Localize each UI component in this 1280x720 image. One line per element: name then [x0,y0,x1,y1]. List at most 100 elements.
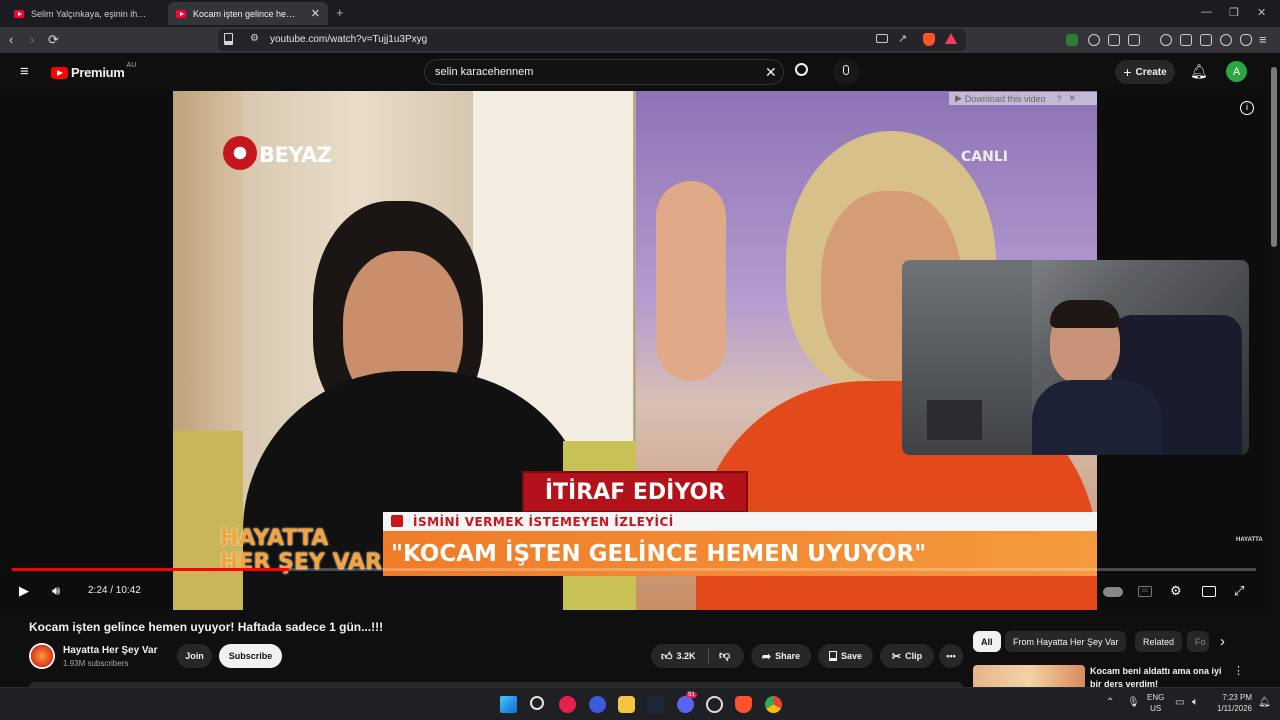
cast-icon[interactable] [876,34,888,43]
account-avatar[interactable]: A [1226,61,1247,82]
network-icon[interactable]: ▭ [1175,697,1184,708]
wallet-icon[interactable] [1200,34,1212,46]
search-input[interactable]: selin karacehennem ✕ [424,59,784,85]
chevron-right-icon[interactable]: › [1220,633,1225,650]
menu-icon[interactable]: ≡ [1259,32,1267,48]
steam-icon[interactable] [647,696,664,713]
volume-icon[interactable]: 🔊︎ [52,583,60,599]
media-player-icon[interactable] [559,696,576,713]
download-overlay[interactable]: ▶ Download this video ? ✕ [949,92,1097,105]
fullscreen-icon[interactable]: ⤢ [1234,583,1244,599]
search-taskbar-icon[interactable] [530,696,544,710]
chip-from-channel[interactable]: From Hayatta Her Şey Var [1005,631,1127,652]
media-icon[interactable] [1160,34,1172,46]
obs-icon[interactable] [706,696,723,713]
browser-tab-active[interactable]: Kocam işten gelince hemen uyu ✕ [168,2,328,25]
info-icon[interactable]: i [1240,101,1254,115]
show-logo: HAYATTA HER ŞEY VAR [220,527,382,581]
speaker-icon[interactable]: 🔈︎ [1192,696,1199,709]
notifications-bell-icon[interactable]: 🔔︎ [1190,63,1208,80]
help-icon[interactable]: ? [1056,94,1061,104]
play-icon[interactable]: ▶ [19,583,29,599]
kebab-menu-icon[interactable]: ⋮ [1233,664,1244,677]
clock[interactable]: 7:23 PM 1/11/2026 [1210,692,1252,714]
subscribe-button[interactable]: Subscribe [219,644,282,668]
clear-search-icon[interactable]: ✕ [765,64,777,81]
leo-ai-icon[interactable] [1220,34,1232,46]
close-tab-icon[interactable]: ✕ [311,7,320,20]
share-page-icon[interactable]: ↗ [898,32,907,45]
more-dots-icon: ••• [946,651,956,661]
tray-microphone-icon[interactable]: 🎙︎ [1127,697,1140,708]
address-bar[interactable]: ⚙ youtube.com/watch?v=Tujj1u3Pxyg ↗ [218,29,966,51]
forward-icon[interactable]: › [30,32,34,48]
chip-more[interactable]: Fo [1187,631,1209,652]
search-icon[interactable] [795,63,808,76]
captions-icon[interactable]: cc [1138,586,1152,597]
page-scrollbar[interactable] [1268,53,1280,687]
bookmark-save-icon [828,651,837,661]
more-actions-button[interactable]: ••• [939,644,963,668]
progress-bar[interactable] [12,568,1256,571]
site-info-icon[interactable]: ⚙ [250,33,259,44]
brave-shields-icon[interactable] [923,33,935,46]
new-tab-button[interactable]: + [336,5,344,20]
notification-center-icon[interactable]: 🔔︎ [1258,697,1271,708]
extensions-puzzle-icon[interactable] [1108,34,1120,46]
extension-vpn-icon[interactable] [1066,34,1078,46]
shield-icon[interactable] [1240,34,1252,46]
create-button[interactable]: + Create [1115,60,1175,84]
youtube-premium-logo[interactable]: Premium AU [51,62,136,80]
chip-all[interactable]: All [973,631,1001,652]
maximize-icon[interactable]: ❐ [1229,6,1239,19]
settings-gear-icon[interactable]: ⚙ [1170,583,1182,599]
logo-premium-text: Premium [71,65,125,80]
discord-badge: 91 [686,692,697,698]
banner-sub: İSMİNİ VERMEK İSTEMEYEN İZLEYİCİ [383,512,1097,531]
browser-tab[interactable]: Selim Yalçınkaya, eşinin ihanet mesaj [6,2,158,25]
reload-icon[interactable]: ⟳ [48,32,59,48]
plus-icon: + [1123,64,1132,80]
minimize-icon[interactable]: — [1201,6,1212,18]
hamburger-menu-icon[interactable]: ≡ [20,64,29,79]
sidebar-icon[interactable] [1180,34,1192,46]
channel-name[interactable]: Hayatta Her Şey Var [63,645,158,656]
time-display: 2:24 / 10:42 [88,585,141,596]
close-overlay-icon[interactable]: ✕ [1069,93,1077,104]
clip-button[interactable]: ✂ Clip [880,644,934,668]
search-query: selin karacehennem [435,66,534,78]
tray-chevron-icon[interactable]: ⌃ [1106,697,1114,708]
like-count[interactable]: 3.2K [677,651,696,661]
scrollbar-thumb[interactable] [1271,67,1277,247]
url-text: youtube.com/watch?v=Tujj1u3Pxyg [270,34,428,45]
file-explorer-icon[interactable] [618,696,635,713]
join-button[interactable]: Join [177,644,212,668]
play-small-icon: ▶ [955,93,962,103]
live-label: CANLI [961,149,1008,165]
voice-search-button[interactable] [833,59,859,85]
channel-avatar[interactable] [29,643,55,669]
video-player[interactable]: BEYAZ CANLI ▶ Download this video ? ✕ İT… [0,91,1268,610]
dislike-icon[interactable]: 👎︎ [719,649,730,662]
raised-hand [656,181,726,381]
language-indicator[interactable]: ENG US [1147,692,1164,714]
brave-icon[interactable] [735,696,752,713]
brave-rewards-icon[interactable] [945,33,957,44]
discord-icon[interactable]: 91 [677,692,697,713]
chip-related[interactable]: Related [1135,631,1183,652]
bookmark-icon[interactable] [224,33,233,45]
recommended-thumbnail[interactable] [973,665,1085,687]
show-name-line2: HER ŞEY VAR [220,550,383,575]
extension-icon[interactable] [1088,34,1100,46]
miniplayer-icon[interactable] [1202,586,1216,597]
windows-start-icon[interactable] [500,696,517,713]
back-icon[interactable]: ‹ [9,32,13,48]
save-button[interactable]: Save [818,644,873,668]
wallet-icon[interactable] [1128,34,1140,46]
like-icon[interactable]: 👍︎ [661,650,673,663]
close-window-icon[interactable]: ✕ [1257,6,1266,19]
chrome-icon[interactable] [765,696,782,713]
share-button[interactable]: ➦ Share [751,644,811,668]
autoplay-toggle[interactable] [1103,587,1123,597]
app-icon[interactable] [589,696,606,713]
